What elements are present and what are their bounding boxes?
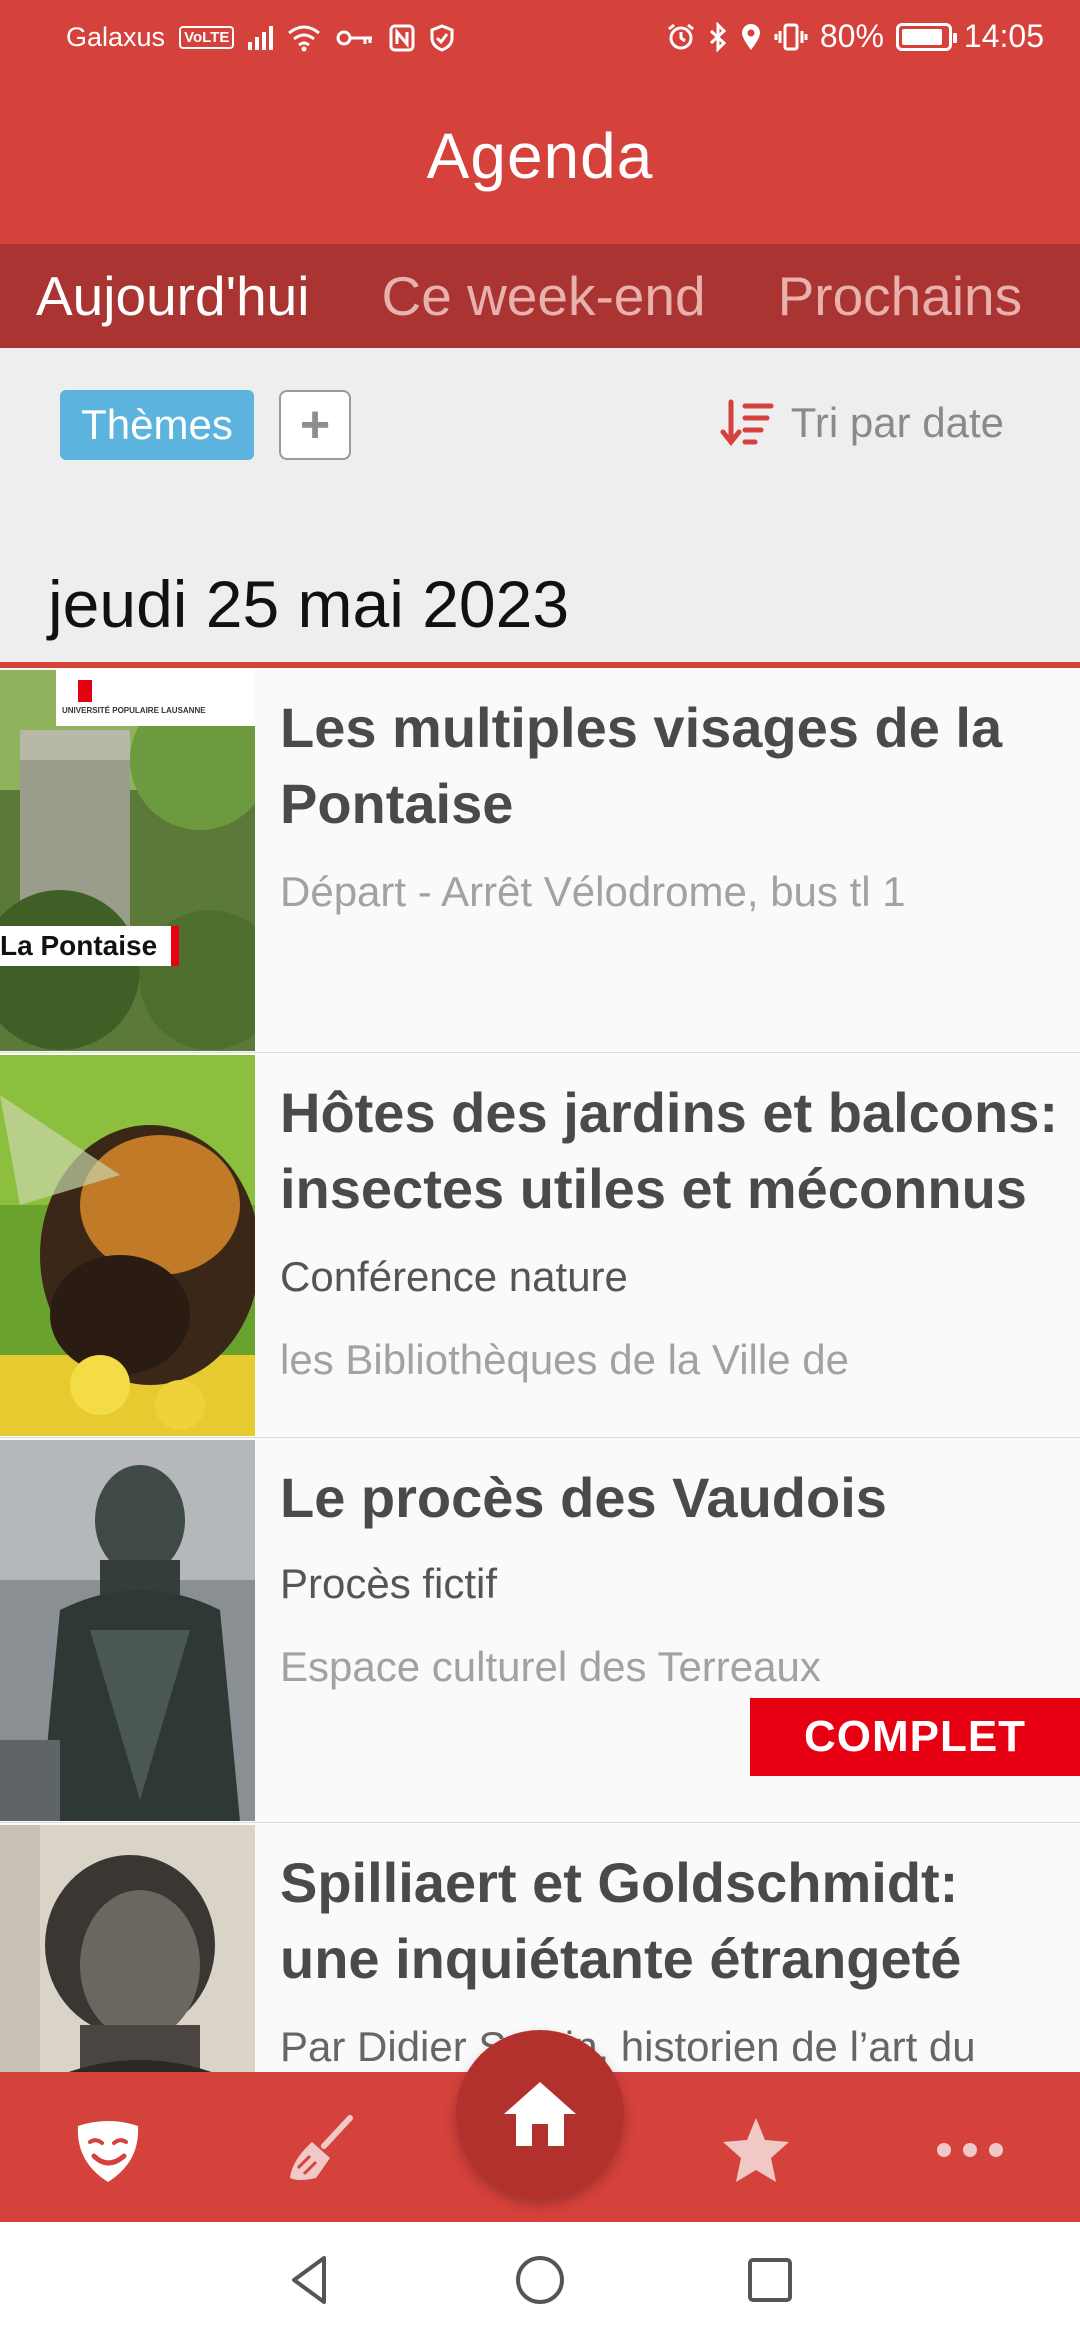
themes-button[interactable]: Thèmes [60,390,254,460]
date-header: jeudi 25 mai 2023 [0,548,1080,668]
nav-favorites-button[interactable] [716,2110,796,2190]
nav-more-button[interactable] [930,2110,1010,2190]
tab-today[interactable]: Aujourd'hui [0,264,345,328]
add-theme-button[interactable]: + [279,390,351,460]
shield-icon [430,23,454,52]
tab-upcoming[interactable]: Prochains [742,264,1059,328]
star-icon [723,2118,789,2182]
event-location: Départ - Arrêt Vélodrome, bus tl 1 [280,868,906,915]
thumbnail-brand: UNIVERSITÉ POPULAIRE LAUSANNE [62,706,206,715]
event-title: Hôtes des jardins et balcons: insectes u… [280,1081,1058,1220]
nav-theater-button[interactable] [68,2110,148,2190]
more-dots-icon [937,2143,1003,2157]
screen: Galaxus VoLTE 80% 14:05 Agenda Aujourd'h… [0,0,1080,2340]
sort-icon [720,399,774,447]
home-icon [504,2082,576,2146]
nav-clean-button[interactable] [280,2110,360,2190]
app-bar: Agenda [0,76,1080,244]
event-subtitle: Procès fictif [280,1560,498,1607]
recents-icon[interactable] [740,2250,800,2310]
event-title: Spilliaert et Goldschmidt: une inquiétan… [280,1851,962,1990]
event-thumbnail: UNIVERSITÉ POPULAIRE LAUSANNE La Pontais… [0,670,255,1051]
alarm-icon [667,23,694,49]
event-location: les Bibliothèques de la Ville de [280,1336,849,1383]
event-location: Espace culturel des Terreaux [280,1643,821,1690]
signal-icon [248,25,274,50]
status-right: 80% 14:05 [666,18,1044,55]
status-left: Galaxus VoLTE [66,22,455,53]
nfc-icon [389,24,415,51]
event-subtitle: Par Didier Semin, historien de l’art du [280,2023,976,2070]
bluetooth-icon [709,21,727,52]
date-label: jeudi 25 mai 2023 [48,567,570,641]
volte-badge: VoLTE [179,26,235,49]
broom-icon [290,2115,353,2180]
sort-label: Tri par date [790,399,1004,446]
sort-button[interactable]: Tri par date [719,398,1004,448]
tab-weekend[interactable]: Ce week-end [345,264,741,328]
home-circle-icon[interactable] [510,2250,570,2310]
page-title: Agenda [426,120,654,192]
carrier-name: Galaxus [66,22,166,52]
key-icon [336,30,373,45]
tab-bar: Aujourd'hui Ce week-end Prochains [0,244,1080,348]
theater-mask-icon [77,2121,139,2182]
battery-percent: 80% [819,18,884,54]
vibrate-icon [774,23,808,50]
event-list: UNIVERSITÉ POPULAIRE LAUSANNE La Pontais… [0,668,1080,2208]
event-item[interactable]: Le procès des Vaudois Procès fictif Espa… [0,1438,1080,1823]
battery-icon [895,22,957,51]
thumbnail-caption: La Pontaise [0,926,180,966]
event-title: Le procès des Vaudois [280,1466,887,1529]
event-thumbnail [0,1055,255,1436]
clock: 14:05 [963,18,1044,54]
filter-bar: Thèmes + Tri par date [0,348,1080,548]
nav-home-button[interactable] [456,2030,624,2198]
event-title: Les multiples visages de la Pontaise [280,696,1003,835]
event-thumbnail [0,1440,255,1821]
location-icon [741,23,760,50]
status-bar: Galaxus VoLTE 80% 14:05 [0,0,1080,76]
wifi-icon [288,25,321,51]
event-item[interactable]: Hôtes des jardins et balcons: insectes u… [0,1053,1080,1438]
back-icon[interactable] [280,2250,340,2310]
event-subtitle: Conférence nature [280,1253,628,1300]
system-nav-bar [0,2222,1080,2340]
event-item[interactable]: UNIVERSITÉ POPULAIRE LAUSANNE La Pontais… [0,668,1080,1053]
status-badge-complet: COMPLET [750,1698,1080,1776]
